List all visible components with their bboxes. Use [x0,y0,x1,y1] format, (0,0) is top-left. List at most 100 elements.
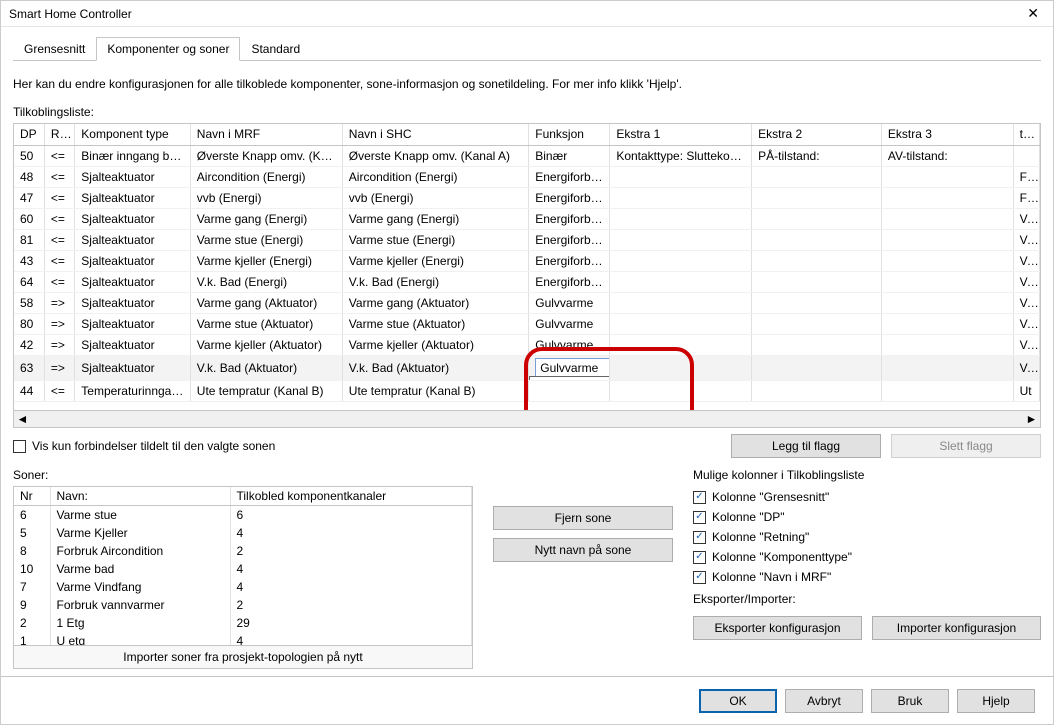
table-cell[interactable]: 50 [14,145,44,166]
table-cell[interactable]: Sjalteaktuator [75,313,191,334]
table-cell[interactable] [752,229,882,250]
table-row[interactable]: 50<=Binær inngang batteriØverste Knapp o… [14,145,1040,166]
table-row[interactable]: 42=>SjalteaktuatorVarme kjeller (Aktuato… [14,334,1040,355]
table-cell[interactable]: Sjalteaktuator [75,334,191,355]
table-cell[interactable]: Varme gang (Aktuator) [190,292,342,313]
table-cell[interactable] [881,334,1013,355]
table-cell[interactable] [881,292,1013,313]
table-cell[interactable] [529,380,610,401]
table-cell[interactable] [752,380,882,401]
zone-cell[interactable]: 2 [230,542,472,560]
zone-column-header[interactable]: Tilkobled komponentkanaler [230,487,472,506]
table-cell[interactable]: <= [44,250,74,271]
table-cell[interactable]: Varme stue (Aktuator) [190,313,342,334]
column-checkbox[interactable] [693,551,706,564]
table-cell[interactable]: Sjalteaktuator [75,250,191,271]
zone-cell[interactable]: 4 [230,578,472,596]
rename-zone-button[interactable]: Nytt navn på sone [493,538,673,562]
zone-cell[interactable]: 1 Etg [50,614,230,632]
table-cell[interactable]: Va [1013,334,1039,355]
table-cell[interactable]: <= [44,145,74,166]
table-cell[interactable]: Sjalteaktuator [75,292,191,313]
apply-button[interactable]: Bruk [871,689,949,713]
table-cell[interactable]: Øverste Knapp omv. (Kanal A) [342,145,528,166]
zone-cell[interactable]: U etg [50,632,230,646]
table-cell[interactable]: <= [44,271,74,292]
table-cell[interactable]: V.k. Bad (Energi) [342,271,528,292]
zone-cell[interactable]: 2 [14,614,50,632]
table-cell[interactable]: Kontakttype: Sluttekontak... [610,145,752,166]
import-zones-button[interactable]: Importer soner fra prosjekt-topologien p… [13,645,473,669]
table-cell[interactable]: Energiforbruk [529,250,610,271]
zone-row[interactable]: 1U etg4 [14,632,472,646]
table-cell[interactable] [752,208,882,229]
zone-row[interactable]: 21 Etg29 [14,614,472,632]
table-row[interactable]: 80=>SjalteaktuatorVarme stue (Aktuator)V… [14,313,1040,334]
table-cell[interactable]: => [44,292,74,313]
table-cell[interactable]: Va [1013,355,1039,380]
scroll-right-icon[interactable]: ► [1023,412,1040,426]
tab-komponenter[interactable]: Komponenter og soner [96,37,240,61]
table-cell[interactable]: 47 [14,187,44,208]
table-cell[interactable]: Varme gang (Aktuator) [342,292,528,313]
table-row[interactable]: 63=>SjalteaktuatorV.k. Bad (Aktuator)V.k… [14,355,1040,380]
table-cell[interactable] [610,313,752,334]
conn-column-header[interactable]: Ekstra 2 [752,124,882,145]
table-cell[interactable] [752,250,882,271]
table-cell[interactable]: 64 [14,271,44,292]
table-cell[interactable]: <= [44,208,74,229]
zones-table[interactable]: NrNavn:Tilkobled komponentkanaler 6Varme… [13,486,473,646]
zone-cell[interactable]: 4 [230,632,472,646]
table-row[interactable]: 48<=SjalteaktuatorAircondition (Energi)A… [14,166,1040,187]
conn-column-header[interactable]: R... [44,124,74,145]
table-cell[interactable]: Sjalteaktuator [75,229,191,250]
table-cell[interactable]: 80 [14,313,44,334]
import-config-button[interactable]: Importer konfigurasjon [872,616,1041,640]
column-checkbox[interactable] [693,531,706,544]
delete-flag-button[interactable]: Slett flagg [891,434,1041,458]
zone-cell[interactable]: 5 [14,524,50,542]
zone-cell[interactable]: 10 [14,560,50,578]
help-button[interactable]: Hjelp [957,689,1035,713]
column-checkbox[interactable] [693,491,706,504]
table-cell[interactable]: Varme stue (Energi) [190,229,342,250]
conn-column-header[interactable]: Funksjon [529,124,610,145]
table-cell[interactable]: Varme gang (Energi) [342,208,528,229]
table-cell[interactable]: <= [44,166,74,187]
table-cell[interactable]: Energiforbruk [529,166,610,187]
table-row[interactable]: 60<=SjalteaktuatorVarme gang (Energi)Var… [14,208,1040,229]
horizontal-scrollbar[interactable]: ◄ ► [13,411,1041,428]
table-cell[interactable]: Gulvvarme [529,334,610,355]
table-cell[interactable]: Fo [1013,187,1039,208]
table-cell[interactable]: <= [44,187,74,208]
tab-grensesnitt[interactable]: Grensesnitt [13,37,96,61]
table-cell[interactable] [752,334,882,355]
table-cell[interactable]: Aircondition (Energi) [190,166,342,187]
zone-cell[interactable]: 7 [14,578,50,596]
table-cell[interactable] [610,187,752,208]
zone-row[interactable]: 5Varme Kjeller4 [14,524,472,542]
table-cell[interactable]: Varme kjeller (Aktuator) [342,334,528,355]
table-cell[interactable]: Aircondition (Energi) [342,166,528,187]
function-dropdown[interactable]: Gulvvarme▾ [535,358,610,378]
table-cell[interactable]: 48 [14,166,44,187]
table-cell[interactable] [610,250,752,271]
table-cell[interactable]: Sjalteaktuator [75,208,191,229]
zone-column-header[interactable]: Navn: [50,487,230,506]
table-cell[interactable]: 44 [14,380,44,401]
table-cell[interactable]: Varme stue (Energi) [342,229,528,250]
table-cell[interactable] [881,313,1013,334]
table-cell[interactable] [752,166,882,187]
table-row[interactable]: 43<=SjalteaktuatorVarme kjeller (Energi)… [14,250,1040,271]
table-cell[interactable]: Energiforbruk [529,208,610,229]
table-cell[interactable]: Fo [1013,166,1039,187]
table-cell[interactable] [610,292,752,313]
table-cell[interactable]: => [44,313,74,334]
conn-column-header[interactable]: Navn i MRF [190,124,342,145]
zone-cell[interactable]: 9 [14,596,50,614]
zone-row[interactable]: 10Varme bad4 [14,560,472,578]
remove-zone-button[interactable]: Fjern sone [493,506,673,530]
table-cell[interactable]: Varme kjeller (Aktuator) [190,334,342,355]
table-cell[interactable]: 58 [14,292,44,313]
table-cell[interactable]: Va [1013,229,1039,250]
